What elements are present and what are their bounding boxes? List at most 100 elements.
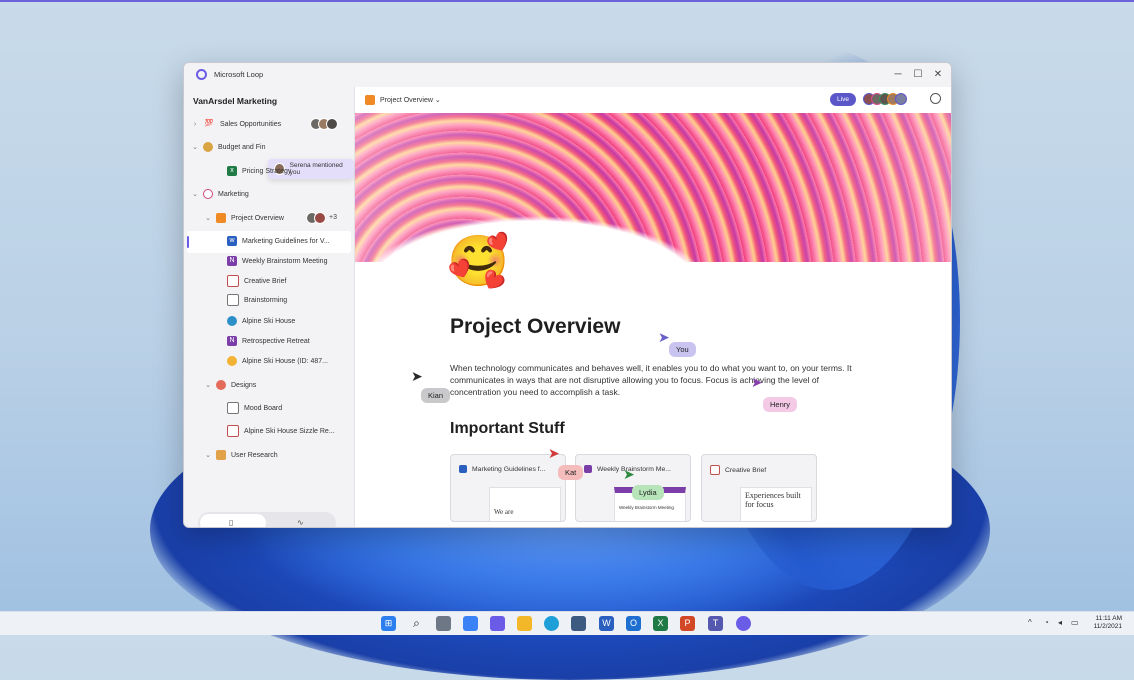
word-icon[interactable]: W [599,616,614,631]
page-title[interactable]: Project Overview [450,315,620,339]
page-collaborator-avatars[interactable] [863,93,907,105]
avatar [314,212,326,224]
card-thumb-text: Experiences built for focus [745,491,801,509]
linked-card-marketing-guidelines[interactable]: Marketing Guidelines f... We are [450,454,566,522]
live-badge: Live [830,93,856,106]
page-body-text[interactable]: When technology communicates and behaves… [450,362,865,398]
sidebar-item-label: Alpine Ski House [242,317,296,325]
store-icon[interactable] [571,616,586,631]
taskbar-clock[interactable]: 11:11 AM 11/2/2021 [1086,615,1122,631]
onenote-icon [584,465,592,473]
whiteboard-icon [227,294,239,306]
video-icon [227,425,239,437]
close-button[interactable]: ✕ [931,68,945,82]
chevron-down-icon[interactable]: ⌄ [204,451,212,459]
sidebar-item-label: Mood Board [244,404,283,412]
smiling-face-with-hearts-icon[interactable]: 🥰 [447,230,509,292]
excel-icon: x [227,166,237,176]
edge-icon[interactable] [544,616,559,631]
outlook-icon[interactable]: O [626,616,641,631]
sidebar-item-mood-board[interactable]: Mood Board [227,398,282,418]
maximize-button[interactable]: ☐ [911,68,925,82]
breadcrumb[interactable]: Project Overview ⌄ [365,95,441,105]
sidebar-item-alpine-ski-house-id[interactable]: Alpine Ski House (ID: 487... [227,351,328,371]
sidebar-item-brainstorming[interactable]: Brainstorming [227,290,287,310]
sidebar-item-creative-brief[interactable]: Creative Brief [227,271,286,291]
teams-chat-icon[interactable] [490,616,505,631]
minimize-button[interactable]: ─ [891,68,905,82]
excel-icon[interactable]: X [653,616,668,631]
sidebar-item-label: Budget and Fin [218,143,266,151]
page-icon: ▯ [229,518,234,527]
file-explorer-icon[interactable] [517,616,532,631]
extra-collaborators-count: +3 [329,214,337,221]
avatar [326,118,338,130]
show-hidden-icons-chevron[interactable]: ^ [1028,618,1032,627]
chevron-down-icon: ⌄ [434,97,441,104]
chevron-down-icon[interactable]: ⌄ [204,381,212,389]
sidebar-item-label: Retrospective Retreat [242,337,310,345]
cursor-label-kat: Kat [558,465,584,480]
page-content: Project Overview ⌄ Live 🥰 Project Overvi… [355,87,951,527]
sidebar-item-label: Alpine Ski House (ID: 487... [242,357,328,365]
sidebar-item-user-research[interactable]: ⌄ User Research [204,445,278,465]
mention-text: Serena mentioned you [289,162,343,176]
sidebar-item-alpine-ski-house[interactable]: Alpine Ski House [227,311,295,331]
card-thumb-text: Weekly Brainstorm Meeting [619,505,674,510]
palette-icon [216,380,226,390]
sidebar-item-weekly-brainstorm[interactable]: N Weekly Brainstorm Meeting [227,251,327,271]
word-icon: w [227,236,237,246]
sidebar-item-retrospective-retreat[interactable]: N Retrospective Retreat [227,331,310,351]
sidebar-item-marketing[interactable]: ⌄ Marketing [191,184,249,204]
sidebar-item-label: Brainstorming [244,296,288,304]
search-icon[interactable]: ⌕ [409,616,424,631]
onenote-icon: N [227,256,237,266]
task-view-icon[interactable] [436,616,451,631]
sidebar-item-sales-opportunities[interactable]: › 💯 Sales Opportunities [191,114,281,134]
powerpoint-icon[interactable]: P [680,616,695,631]
sidebar-item-pricing-strategy[interactable]: x Pricing Strategy [227,161,291,181]
collaborator-avatars [310,118,338,130]
loop-window: Microsoft Loop ─ ☐ ✕ VanArsdel Marketing… [183,62,952,528]
sidebar-item-budget[interactable]: ⌄ Budget and Fin [191,137,265,157]
sidebar-item-label: Creative Brief [244,277,287,285]
doc-icon [227,275,239,287]
chevron-down-icon[interactable]: ⌄ [204,214,212,222]
chevron-down-icon[interactable]: ⌄ [191,143,199,151]
globe-icon [227,316,237,326]
sidebar-item-designs[interactable]: ⌄ Designs [204,375,256,395]
volume-icon[interactable]: ◂ [1058,618,1062,627]
teams-icon[interactable]: T [708,616,723,631]
card-title: Marketing Guidelines f... [472,465,546,473]
cursor-label-kian: Kian [421,388,451,403]
sidebar-item-marketing-guidelines[interactable]: w Marketing Guidelines for V... [227,231,330,251]
card-title: Creative Brief [725,466,767,474]
onenote-icon: N [227,336,237,346]
start-windows-icon[interactable]: ⊞ [381,616,396,631]
money-bag-icon [203,142,213,152]
workspace-title[interactable]: VanArsdel Marketing [193,96,277,106]
cursor-pointer-icon: ➤ [658,329,670,345]
chevron-right-icon[interactable]: › [191,121,199,128]
breadcrumb-label: Project Overview [380,96,433,104]
chevron-down-icon[interactable]: ⌄ [191,190,199,198]
clock-date: 11/2/2021 [1093,623,1122,630]
sidebar-item-label: Pricing Strategy [242,167,292,175]
sidebar-item-label: Weekly Brainstorm Meeting [242,257,328,265]
window-title: Microsoft Loop [214,70,264,79]
wifi-icon[interactable]: ◔ [1044,618,1049,627]
loop-app-icon[interactable] [736,616,751,631]
section-heading[interactable]: Important Stuff [450,420,565,438]
card-header: Marketing Guidelines f... [459,465,545,473]
avatar [895,93,907,105]
widgets-icon[interactable] [463,616,478,631]
comment-icon[interactable] [930,93,941,104]
activity-icon[interactable]: ∿ [297,518,304,527]
doc-icon [710,465,720,475]
sidebar-item-project-overview[interactable]: ⌄ Project Overview [204,208,284,228]
sidebar-view-switch: ▯ ∿ [198,512,336,527]
linked-card-creative-brief[interactable]: Creative Brief Experiences built for foc… [701,454,817,522]
emoji-icon [227,356,237,366]
battery-icon[interactable]: ▭ [1071,618,1079,627]
sidebar-item-sizzle-reel[interactable]: Alpine Ski House Sizzle Re... [227,421,335,441]
